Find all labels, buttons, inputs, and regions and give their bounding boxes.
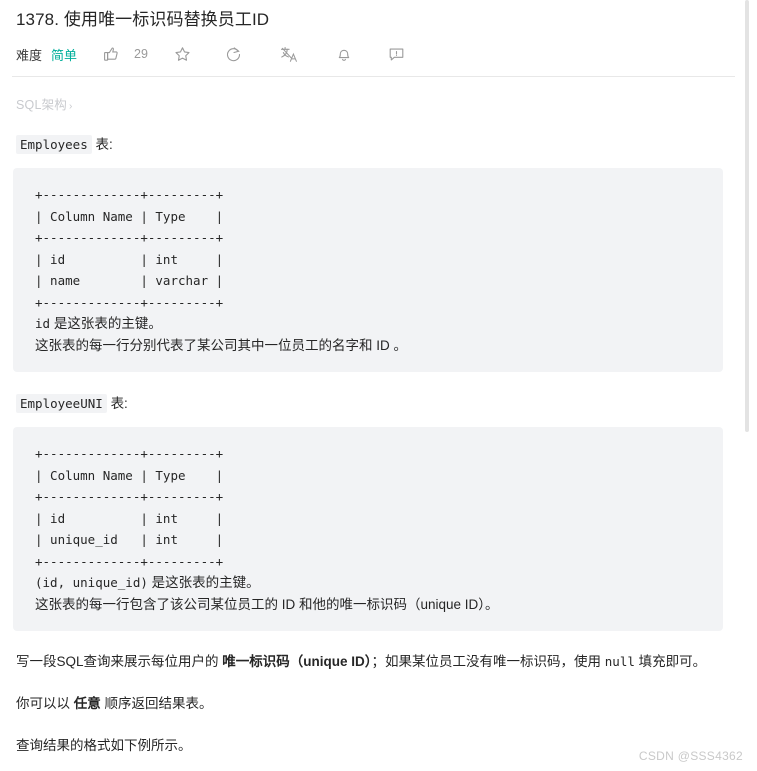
bell-icon[interactable] (336, 46, 352, 63)
table-heading-employeeuni: EmployeeUNI 表: (16, 372, 747, 413)
statement-part-1: 写一段SQL查询来展示每位用户的 (16, 654, 223, 669)
order-bold-any: 任意 (73, 696, 101, 711)
table-suffix: 表: (95, 137, 113, 152)
like-count: 29 (134, 47, 148, 61)
watermark: CSDN @SSS4362 (638, 749, 743, 763)
difficulty-value: 简单 (51, 47, 78, 63)
code-block-employees: +-------------+---------+ | Column Name … (13, 168, 723, 372)
employees-note-line1: 是这张表的主键。 (50, 316, 162, 331)
code-block-employeeuni: +-------------+---------+ | Column Name … (13, 427, 723, 631)
table-suffix: 表: (110, 396, 128, 411)
translate-icon[interactable] (280, 46, 298, 63)
statement-bold-unique-id: 唯一标识码（unique ID） (222, 654, 372, 669)
statement-null-code: null (604, 654, 635, 669)
employees-pk-code: id (35, 316, 51, 331)
employeeuni-note-line2: 这张表的每一行包含了该公司某位员工的 ID 和他的唯一标识码（unique ID… (35, 596, 499, 612)
breadcrumb[interactable]: SQL架构 › (16, 77, 747, 113)
chevron-right-icon: › (69, 101, 73, 112)
employeeuni-notes: (id, unique_id) 是这张表的主键。 这张表的每一行包含了该公司某位… (35, 575, 499, 612)
statement-part-3: 填充即可。 (634, 654, 707, 669)
ascii-table-employeeuni: +-------------+---------+ | Column Name … (35, 446, 224, 569)
share-refresh-icon[interactable] (225, 46, 242, 63)
table-heading-employees: Employees 表: (16, 113, 747, 154)
page-title: 1378. 使用唯一标识码替换员工ID (16, 10, 270, 29)
order-part-2: 顺序返回结果表。 (100, 696, 213, 711)
problem-page: 1378. 使用唯一标识码替换员工ID 难度 简单 29 SQL架构 › Emp… (0, 0, 757, 771)
problem-statement-paragraph: 写一段SQL查询来展示每位用户的 唯一标识码（unique ID）；如果某位员工… (16, 631, 747, 673)
scrollbar-thumb[interactable] (745, 0, 749, 432)
ascii-table-employees: +-------------+---------+ | Column Name … (35, 187, 224, 310)
vertical-scrollbar[interactable] (745, 0, 753, 771)
difficulty-label: 难度 (16, 47, 43, 63)
format-note-paragraph: 查询结果的格式如下例所示。 (16, 738, 192, 753)
employeeuni-note-line1: 是这张表的主键。 (147, 575, 260, 590)
problem-meta-row: 难度 简单 29 (8, 31, 747, 67)
comment-icon[interactable] (388, 46, 405, 62)
breadcrumb-label: SQL架构 (16, 98, 68, 112)
table-name-employees: Employees (16, 135, 92, 154)
table-name-employeeuni: EmployeeUNI (16, 394, 107, 413)
order-part-1: 你可以以 (16, 696, 74, 711)
employees-notes: id 是这张表的主键。 这张表的每一行分别代表了某公司其中一位员工的名字和 ID… (35, 316, 407, 353)
thumbs-up-icon[interactable] (103, 46, 119, 62)
employeeuni-pk-code: (id, unique_id) (35, 575, 148, 590)
employees-note-line2: 这张表的每一行分别代表了某公司其中一位员工的名字和 ID 。 (35, 337, 408, 353)
order-note-paragraph: 你可以以 任意 顺序返回结果表。 (16, 673, 747, 715)
star-icon[interactable] (174, 46, 191, 63)
statement-part-2: ；如果某位员工没有唯一标识码，使用 (371, 654, 605, 669)
problem-content: SQL架构 › Employees 表: +-------------+-----… (8, 77, 747, 757)
